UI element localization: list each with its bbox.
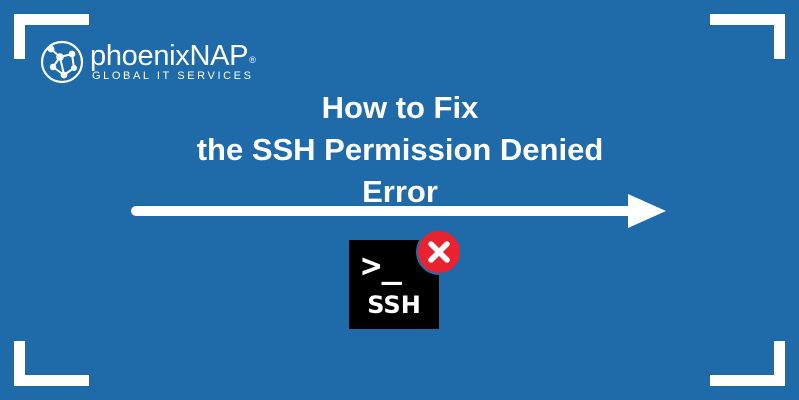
brand-name: phoenixNAP® (90, 40, 256, 72)
title-line-2: the SSH Permission Denied (196, 132, 604, 167)
corner-bracket-bottom-right (710, 341, 785, 386)
corner-bracket-top-right (710, 14, 785, 59)
brand-tagline: GLOBAL IT SERVICES (92, 70, 254, 82)
banner: phoenixNAP® GLOBAL IT SERVICES How to Fi… (0, 0, 799, 400)
arrow-right-icon (131, 194, 666, 228)
corner-bracket-bottom-left (14, 341, 89, 386)
registered-mark: ® (249, 55, 256, 65)
error-x-icon (416, 229, 462, 275)
title-line-1: How to Fix (321, 90, 479, 125)
ssh-label: SSH (367, 291, 421, 319)
terminal-prompt: >_ (361, 246, 402, 286)
brand-name-text: phoenixNAP (90, 40, 249, 72)
globe-network-icon (40, 40, 84, 84)
brand-logo: phoenixNAP® GLOBAL IT SERVICES (40, 40, 300, 84)
